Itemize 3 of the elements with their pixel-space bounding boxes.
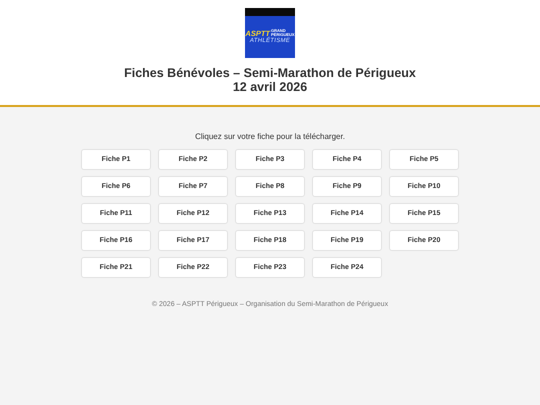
event-date: 12 avril 2026 (232, 80, 308, 94)
page-title: Fiches Bénévoles – Semi-Marathon de Périgueux (124, 66, 416, 80)
instruction-text: Cliquez sur votre fiche pour la télécharger. (195, 132, 345, 141)
